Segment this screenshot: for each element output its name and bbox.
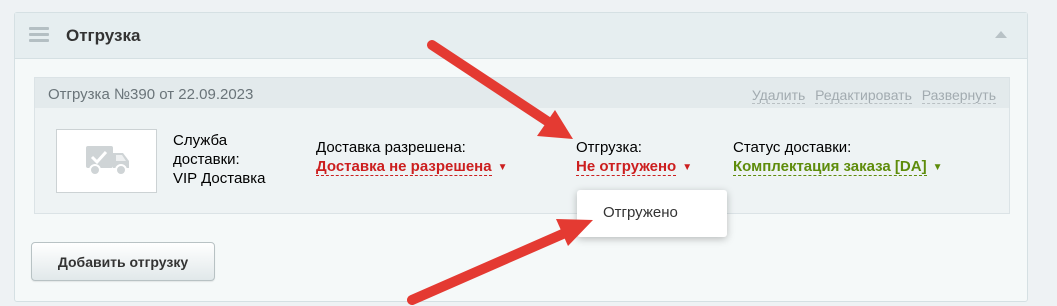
delivery-allowed-field: Доставка разрешена: Доставка не разрешен… [316,139,507,176]
service-label-1: Служба [173,132,228,149]
shipment-panel: Отгрузка Отгрузка №390 от 22.09.2023 Уда… [14,12,1028,302]
delivery-status-value: Комплектация заказа [DA] [733,158,927,175]
caret-down-icon[interactable]: ▼ [933,162,943,173]
delivery-allowed-value: Доставка не разрешена [316,158,492,175]
shipment-card: Отгрузка №390 от 22.09.2023 Удалить Реда… [34,77,1010,214]
truck-icon [86,146,129,176]
shipment-status-dropdown: Отгружено [577,190,727,237]
service-label-2: доставки: [173,151,240,168]
delete-link[interactable]: Удалить [751,87,806,104]
delivery-status-label: Статус доставки: [733,139,852,156]
panel-header: Отгрузка [15,13,1027,59]
shipment-actions: Удалить Редактировать Развернуть [746,87,996,104]
caret-down-icon[interactable]: ▼ [498,162,508,173]
collapse-triangle-icon[interactable] [995,31,1007,38]
shipment-status-value: Не отгружено [576,158,677,175]
delivery-status-select[interactable]: Комплектация заказа [DA] [733,158,927,176]
panel-title: Отгрузка [66,26,141,45]
shipment-card-header: Отгрузка №390 от 22.09.2023 Удалить Реда… [35,78,1009,108]
add-shipment-button[interactable]: Добавить отгрузку [31,242,215,281]
service-name: VIP Доставка [173,170,266,187]
shipment-status-label: Отгрузка: [576,139,642,156]
caret-down-icon[interactable]: ▼ [682,162,692,173]
drag-handle-icon[interactable] [29,27,49,43]
shipment-status-select[interactable]: Не отгружено [576,158,677,176]
shipment-status-field: Отгрузка: Не отгружено ▼ [576,139,692,176]
delivery-service-logo [56,129,157,193]
delivery-allowed-label: Доставка разрешена: [316,139,466,156]
delivery-allowed-select[interactable]: Доставка не разрешена [316,158,492,176]
dropdown-option-shipped[interactable]: Отгружено [603,204,678,221]
delivery-status-field: Статус доставки: Комплектация заказа [DA… [733,139,942,176]
edit-link[interactable]: Редактировать [815,87,912,104]
delivery-service-info: Служба доставки: VIP Доставка [173,131,266,188]
expand-link[interactable]: Развернуть [921,87,996,104]
shipment-title: Отгрузка №390 от 22.09.2023 [48,86,254,103]
